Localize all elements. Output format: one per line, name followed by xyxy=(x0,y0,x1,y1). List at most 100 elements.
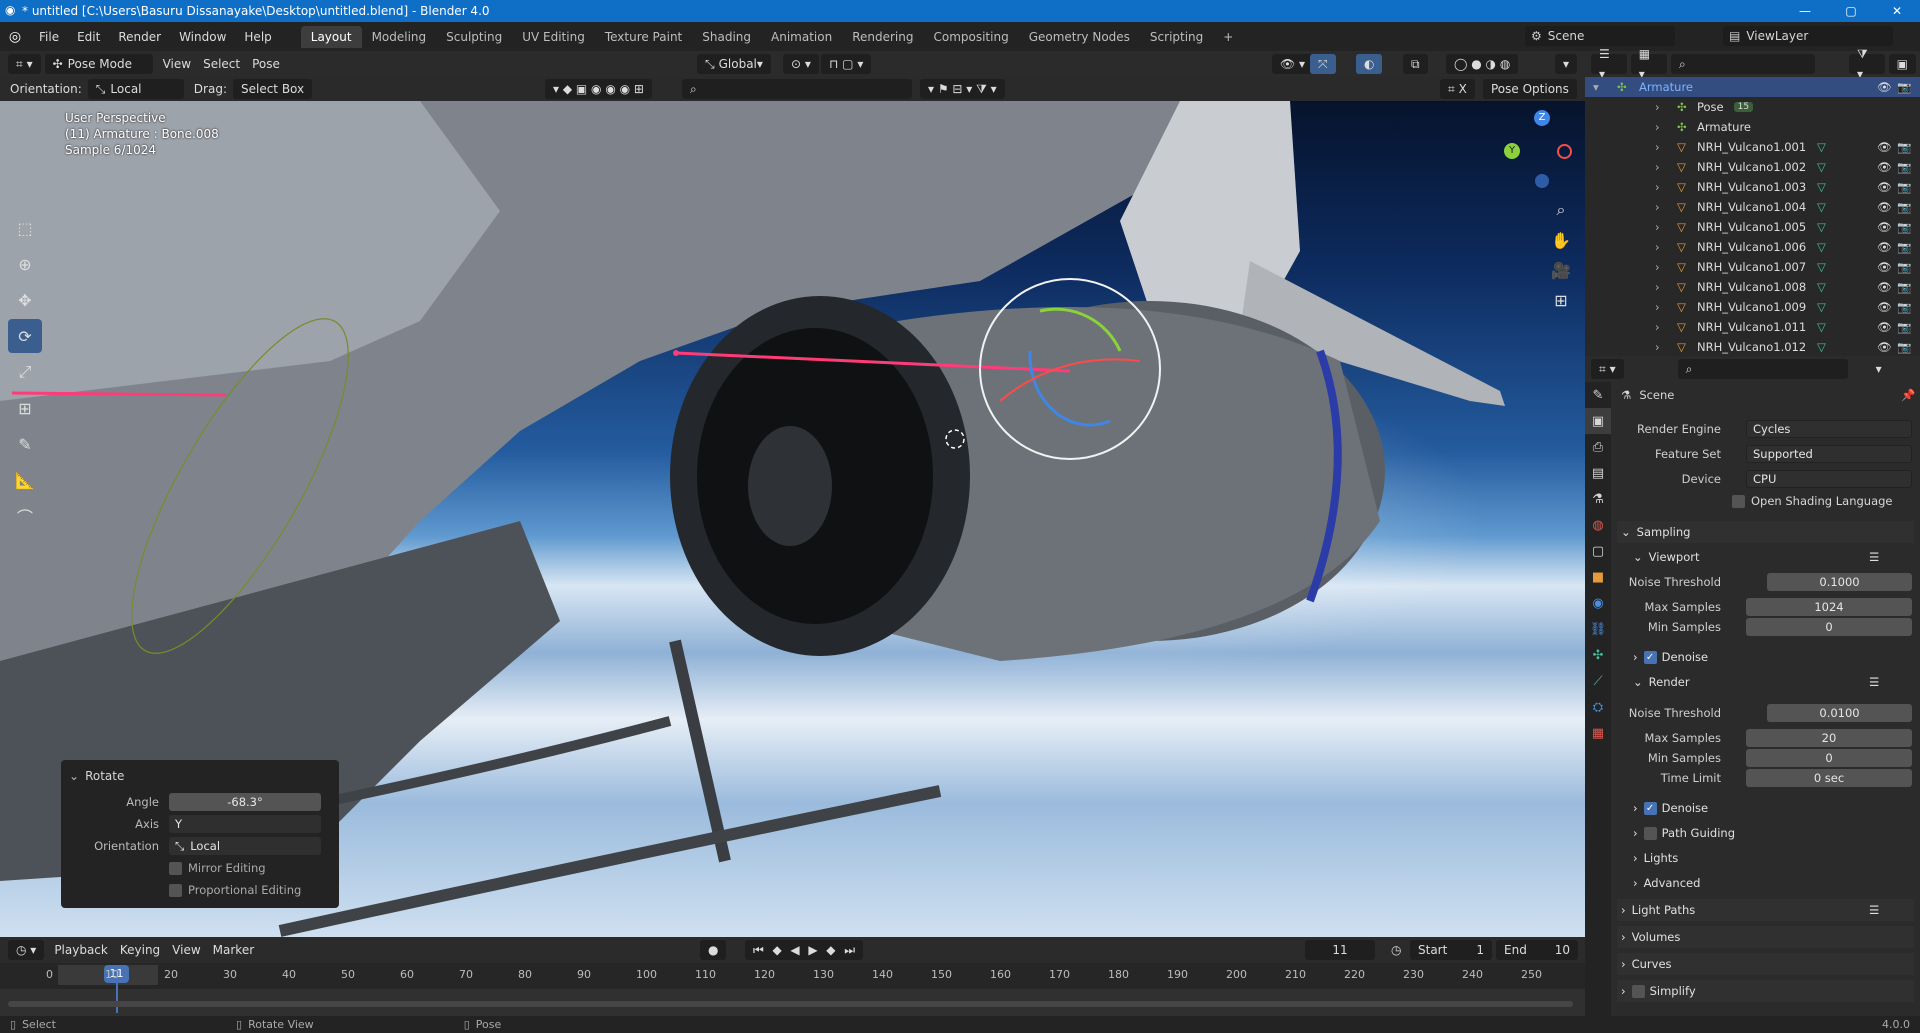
outliner-row[interactable]: › ▽ NRH_Vulcano1.011 ▽ 👁 📷 xyxy=(1585,317,1920,337)
outliner-row[interactable]: › ✣ Pose 15 xyxy=(1585,97,1920,117)
visibility-eye-icon[interactable]: 👁 xyxy=(1877,200,1892,214)
volumes-section[interactable]: › Volumes xyxy=(1617,926,1914,948)
constraints-tab[interactable]: ⛓ xyxy=(1585,616,1611,642)
x-axis-button[interactable]: ⌗ X xyxy=(1440,79,1475,99)
outliner-row[interactable]: › ▽ NRH_Vulcano1.006 ▽ 👁 📷 xyxy=(1585,237,1920,257)
outliner-row[interactable]: › ▽ NRH_Vulcano1.003 ▽ 👁 📷 xyxy=(1585,177,1920,197)
object-tab[interactable]: ■ xyxy=(1585,564,1611,590)
osl-checkbox[interactable] xyxy=(1732,494,1745,508)
menu-pose[interactable]: Pose xyxy=(246,54,286,74)
expand-icon[interactable]: › xyxy=(1655,260,1671,274)
render-camera-icon[interactable]: 📷 xyxy=(1897,80,1911,94)
frame-ruler[interactable]: 11 0 10 20 30 40 50 60 70 80 90 100 110 120 130 140 150… xyxy=(0,963,1585,1013)
simplify-section[interactable]: › Simplify xyxy=(1617,980,1914,1002)
outliner-row[interactable]: › ▽ NRH_Vulcano1.008 ▽ 👁 📷 xyxy=(1585,277,1920,297)
menu-timeline-view[interactable]: View xyxy=(166,940,206,960)
bone-tab[interactable]: ⟋ xyxy=(1585,668,1611,694)
path-guiding-checkbox[interactable] xyxy=(1643,826,1657,840)
r-max-samples-field[interactable]: 20 xyxy=(1746,729,1912,747)
outliner-row-armature[interactable]: ▾ ✣ Armature 👁 📷 xyxy=(1585,77,1920,97)
expand-icon[interactable]: › xyxy=(1655,240,1671,254)
pan-button[interactable]: ✋ xyxy=(1548,226,1574,254)
auto-keying-toggle[interactable]: ● xyxy=(700,940,727,960)
lights-subsection[interactable]: › Lights xyxy=(1629,847,1914,869)
move-tool[interactable]: ✥ xyxy=(8,283,42,317)
overlay-toggle[interactable]: ◐ xyxy=(1356,54,1383,74)
play-icon[interactable]: ▶ xyxy=(808,940,817,960)
outliner-row[interactable]: › ▽ NRH_Vulcano1.001 ▽ 👁 📷 xyxy=(1585,137,1920,157)
camera-view-button[interactable]: 🎥 xyxy=(1548,256,1574,284)
play-reverse-icon[interactable]: ◀ xyxy=(790,940,799,960)
bone-size-tool[interactable]: ⌒ xyxy=(8,499,42,533)
next-key-icon[interactable]: ◆ xyxy=(826,940,835,960)
sampling-section[interactable]: ⌄ Sampling xyxy=(1617,521,1914,543)
outliner-row[interactable]: › ▽ NRH_Vulcano1.007 ▽ 👁 📷 xyxy=(1585,257,1920,277)
mesh-data-icon[interactable]: ▽ xyxy=(1817,140,1826,154)
properties-options-button[interactable]: ▾ xyxy=(1870,359,1888,379)
tab-compositing[interactable]: Compositing xyxy=(923,26,1018,48)
gizmo-z-axis[interactable]: Z xyxy=(1534,110,1550,126)
mesh-data-icon[interactable]: ▽ xyxy=(1817,200,1826,214)
expand-icon[interactable]: › xyxy=(1655,320,1671,334)
render-camera-icon[interactable]: 📷 xyxy=(1897,200,1911,214)
outliner-row[interactable]: › ▽ NRH_Vulcano1.012 ▽ 👁 📷 xyxy=(1585,337,1920,357)
physics-tab[interactable]: ◉ xyxy=(1585,590,1611,616)
expand-icon[interactable]: › xyxy=(1655,140,1671,154)
viewport-subsection[interactable]: ⌄ Viewport ☰ xyxy=(1629,546,1914,568)
render-engine-dropdown[interactable]: Cycles xyxy=(1746,420,1912,438)
search-field[interactable]: ⌕ xyxy=(682,79,912,99)
mirror-editing-checkbox[interactable] xyxy=(169,861,182,875)
measure-tool[interactable]: 📐 xyxy=(8,463,42,497)
expand-icon[interactable]: › xyxy=(1655,100,1671,114)
add-workspace-button[interactable]: + xyxy=(1213,26,1243,48)
visibility-eye-icon[interactable]: 👁 xyxy=(1877,220,1892,234)
start-frame-field[interactable]: Start 1 xyxy=(1410,940,1492,960)
mesh-data-icon[interactable]: ▽ xyxy=(1817,260,1826,274)
shading-popover-button[interactable]: ▾ xyxy=(1555,54,1578,74)
expand-icon[interactable]: ▾ xyxy=(1593,80,1609,94)
visibility-eye-icon[interactable]: 👁 xyxy=(1877,340,1892,354)
pose-options-button[interactable]: Pose Options xyxy=(1483,79,1577,99)
rotate-panel-header[interactable]: ⌄ Rotate xyxy=(61,766,339,786)
view-layer-tab[interactable]: ▤ xyxy=(1585,460,1611,486)
vp-min-samples-field[interactable]: 0 xyxy=(1746,618,1912,636)
texture-tab[interactable]: ▦ xyxy=(1585,720,1611,746)
expand-icon[interactable]: › xyxy=(1655,180,1671,194)
tab-geometry-nodes[interactable]: Geometry Nodes xyxy=(1019,26,1140,48)
scene-selector[interactable]: ⚙ Scene xyxy=(1525,26,1675,46)
visibility-eye-icon[interactable]: 👁 xyxy=(1877,280,1892,294)
timeline-editor-type[interactable]: ◷ ▾ xyxy=(8,940,45,960)
gizmo-toggle[interactable]: ⤧ xyxy=(1310,54,1336,74)
visibility-dropdown[interactable]: 👁 ▾ xyxy=(1272,54,1314,74)
mesh-data-icon[interactable]: ▽ xyxy=(1817,320,1826,334)
menu-render[interactable]: Render xyxy=(109,27,170,47)
tab-texture-paint[interactable]: Texture Paint xyxy=(595,26,692,48)
close-button[interactable]: ✕ xyxy=(1874,0,1920,22)
pivot-dropdown[interactable]: ⊙ ▾ xyxy=(783,54,819,74)
prev-key-icon[interactable]: ◆ xyxy=(773,940,782,960)
maximize-button[interactable]: ▢ xyxy=(1828,0,1874,22)
menu-edit[interactable]: Edit xyxy=(68,27,109,47)
outliner-search[interactable]: ⌕ xyxy=(1670,54,1816,74)
zoom-button[interactable]: ⌕ xyxy=(1548,196,1574,224)
list-icon[interactable]: ☰ xyxy=(1869,903,1879,917)
bone-constraint-tab[interactable]: ⛭ xyxy=(1585,694,1611,720)
playback-controls[interactable]: ⏮ ◆ ◀ ▶ ◆ ⏭ xyxy=(745,940,863,960)
menu-help[interactable]: Help xyxy=(235,27,280,47)
mesh-data-icon[interactable]: ▽ xyxy=(1817,180,1826,194)
tab-animation[interactable]: Animation xyxy=(761,26,842,48)
advanced-subsection[interactable]: › Advanced xyxy=(1629,872,1914,894)
r-min-samples-field[interactable]: 0 xyxy=(1746,749,1912,767)
view-layer-selector[interactable]: ▤ ViewLayer xyxy=(1723,26,1893,46)
simplify-checkbox[interactable] xyxy=(1631,984,1645,998)
vp-denoise-subsection[interactable]: › ✓ Denoise xyxy=(1629,646,1914,668)
world-tab[interactable]: ◍ xyxy=(1585,512,1611,538)
mesh-data-icon[interactable]: ▽ xyxy=(1817,300,1826,314)
end-frame-field[interactable]: End 10 xyxy=(1496,940,1578,960)
object-data-tab[interactable]: ✣ xyxy=(1585,642,1611,668)
outliner-row[interactable]: › ✣ Armature xyxy=(1585,117,1920,137)
list-icon[interactable]: ☰ xyxy=(1869,550,1879,564)
outliner-row[interactable]: › ▽ NRH_Vulcano1.002 ▽ 👁 📷 xyxy=(1585,157,1920,177)
view-filter-buttons[interactable]: ▾ ⚑ ⊟ ▾ ⧩ ▾ xyxy=(920,79,1005,99)
xray-toggle[interactable]: ⧉ xyxy=(1403,54,1428,74)
